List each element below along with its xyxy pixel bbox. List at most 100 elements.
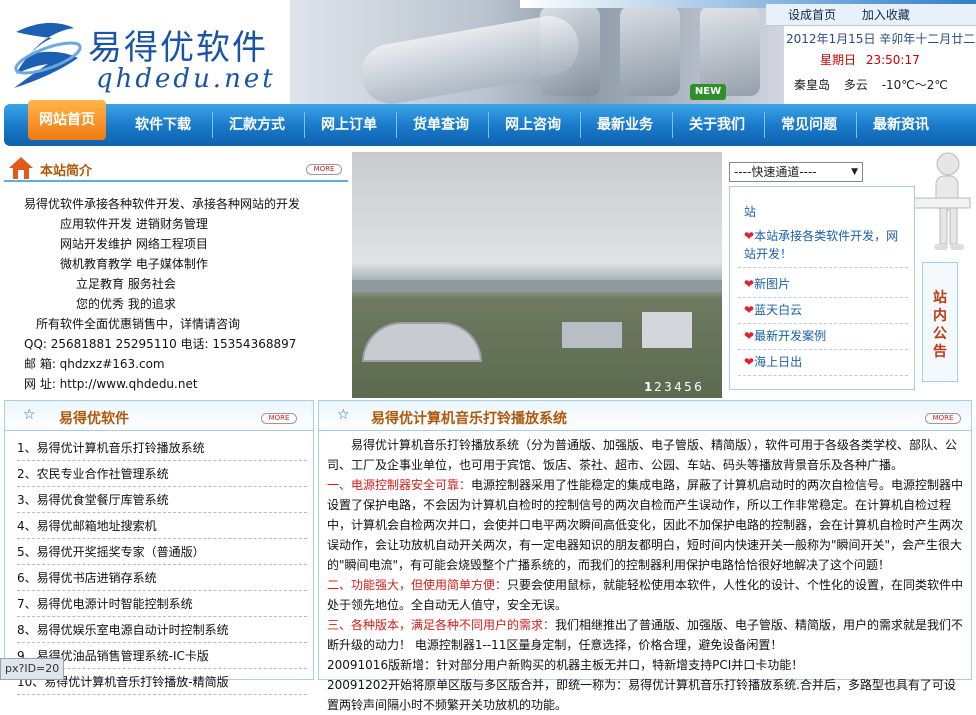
intro-panel: 本站简介 MORE 易得优软件承接各种软件开发、承接各种网站的开发 应用软件开发… bbox=[4, 152, 348, 398]
intro-line: 所有软件全面优惠销售中，详情请咨询 bbox=[36, 317, 241, 331]
software-item[interactable]: 6、易得优书店进销存系统 bbox=[17, 565, 307, 591]
article-paragraph: 易得优计算机音乐打铃播放系统（分为普通版、加强版、电子管版、精简版），软件可用于… bbox=[327, 438, 958, 472]
nav-item-latest-business[interactable]: 最新业务 bbox=[582, 104, 668, 146]
photo-building bbox=[562, 322, 622, 348]
music-more-button[interactable]: MORE bbox=[925, 413, 961, 424]
nav-item-faq[interactable]: 常见问题 bbox=[766, 104, 852, 146]
top-links: 设成首页 加入收藏 bbox=[766, 4, 976, 26]
header: 易得优软件 qhdedu.net 设成首页 加入收藏 2012年1月15日 辛卯… bbox=[0, 0, 976, 104]
nav-separator bbox=[580, 112, 581, 138]
nav-item-payment[interactable]: 汇款方式 bbox=[214, 104, 300, 146]
article-paragraph: 20091016版新增：针对部分用户新购买的机器主板无并口，特新增支持PCI并口… bbox=[327, 658, 804, 672]
nav-item-software-download[interactable]: 软件下载 bbox=[120, 104, 206, 146]
intro-contact-qq: QQ: 25681881 25295110 电话: 15354368897 bbox=[24, 337, 297, 351]
announcement-item[interactable]: ❤海上日出 bbox=[744, 353, 910, 371]
weather-info: 秦皇岛 多云 -10℃～2℃ bbox=[794, 76, 976, 93]
star-icon: ☆ bbox=[23, 407, 36, 423]
article-paragraph: 20091202开始将原单区版与多区版合并，即统一称为：易得优计算机音乐打铃播放… bbox=[327, 678, 956, 712]
nav-item-about-us[interactable]: 关于我们 bbox=[674, 104, 760, 146]
intro-line: 应用软件开发 进销财务管理 bbox=[60, 217, 208, 231]
weekday-time: 星期日 23:50:17 bbox=[820, 51, 976, 68]
nav-separator bbox=[212, 112, 213, 138]
software-more-button[interactable]: MORE bbox=[261, 413, 297, 424]
pager-page[interactable]: 6 bbox=[694, 380, 704, 394]
weather-text: 多云 bbox=[843, 78, 868, 92]
divider bbox=[738, 297, 908, 298]
intro-contact-website[interactable]: 网 址: http://www.qhdedu.net bbox=[24, 374, 198, 394]
article-paragraph: 二、功能强大，但使用简单方便：只要会使用鼠标，就能轻松使用本软件，人性化的设计、… bbox=[327, 578, 964, 612]
software-item[interactable]: 3、易得优食堂餐厅库管系统 bbox=[17, 487, 307, 513]
star-icon: ☆ bbox=[337, 407, 350, 423]
quick-access-value: ----快速通道---- bbox=[734, 165, 817, 179]
divider bbox=[738, 323, 908, 324]
announcement-item[interactable]: ❤本站承接各类软件开发，网站开发！ bbox=[744, 227, 910, 263]
nav-separator bbox=[304, 112, 305, 138]
nav-separator bbox=[856, 112, 857, 138]
set-homepage-link[interactable]: 设成首页 bbox=[788, 4, 836, 26]
intro-line: 易得优软件承接各种软件开发、承接各种网站的开发 bbox=[24, 197, 301, 211]
software-item[interactable]: 5、易得优开奖摇奖专家（普通版） bbox=[17, 539, 307, 565]
weekday-text: 星期日 bbox=[820, 53, 857, 67]
site-logo[interactable]: 易得优软件 qhdedu.net bbox=[0, 0, 290, 104]
clock-text: 23:50:17 bbox=[865, 53, 920, 67]
intro-line: 立足教育 服务社会 bbox=[76, 277, 176, 291]
intro-title: 本站简介 bbox=[40, 164, 93, 179]
intro-line: 网站开发维护 网络工程项目 bbox=[60, 237, 208, 251]
software-item[interactable]: 7、易得优电源计时智能控制系统 bbox=[17, 591, 307, 617]
nav-item-online-consult[interactable]: 网上咨询 bbox=[490, 104, 576, 146]
article-heading: 一、电源控制器安全可靠： bbox=[327, 478, 472, 492]
divider bbox=[738, 349, 908, 350]
nav-item-online-order[interactable]: 网上订单 bbox=[306, 104, 392, 146]
heart-icon: ❤ bbox=[744, 229, 755, 243]
announcement-label: 站 内 公 告 bbox=[922, 262, 958, 382]
article-heading: 二、功能强大，但使用简单方便： bbox=[327, 578, 508, 592]
date-text: 2012年1月15日 辛卯年十二月廿二 bbox=[786, 32, 976, 46]
heart-icon: ❤ bbox=[744, 277, 755, 291]
pager-page[interactable]: 5 bbox=[684, 380, 694, 394]
announcement-item[interactable]: ❤蓝天白云 bbox=[744, 301, 910, 319]
heart-icon: ❤ bbox=[744, 303, 755, 317]
software-item[interactable]: 4、易得优邮箱地址搜索机 bbox=[17, 513, 307, 539]
photo-sea bbox=[352, 280, 722, 292]
nav-item-news[interactable]: 最新资讯 bbox=[858, 104, 944, 146]
software-list: 1、易得优计算机音乐打铃播放系统 2、农民专业合作社管理系统 3、易得优食堂餐厅… bbox=[17, 435, 307, 695]
announcement-panel: 站 ❤本站承接各类软件开发，网站开发！ ❤新图片 ❤蓝天白云 ❤最新开发案例 ❤… bbox=[729, 186, 915, 390]
software-item[interactable]: 8、易得优娱乐室电源自动计时控制系统 bbox=[17, 617, 307, 643]
city-text: 秦皇岛 bbox=[794, 78, 831, 92]
slideshow-photo[interactable]: 123456 bbox=[352, 152, 722, 398]
intro-header: 本站简介 MORE bbox=[4, 152, 348, 182]
heart-icon: ❤ bbox=[744, 355, 755, 369]
intro-contact-email: 邮 箱: qhdzxz#163.com bbox=[24, 357, 165, 371]
heart-icon: ❤ bbox=[744, 329, 755, 343]
intro-more-button[interactable]: MORE bbox=[306, 164, 342, 175]
nav-separator bbox=[488, 112, 489, 138]
intro-line: 微机教育教学 电子媒体制作 bbox=[60, 257, 208, 271]
nav-item-home[interactable]: 网站首页 bbox=[28, 100, 106, 140]
nav-separator bbox=[672, 112, 673, 138]
add-favorite-link[interactable]: 加入收藏 bbox=[862, 4, 910, 26]
pager-page[interactable]: 3 bbox=[664, 380, 674, 394]
logo-english-text: qhdedu.net bbox=[96, 64, 276, 94]
announcement-item[interactable]: ❤新图片 bbox=[744, 275, 910, 293]
status-bar: px?ID=20 bbox=[0, 658, 65, 680]
logo-mark-icon bbox=[14, 22, 82, 88]
nav-item-order-query[interactable]: 货单查询 bbox=[398, 104, 484, 146]
software-item[interactable]: 2、农民专业合作社管理系统 bbox=[17, 461, 307, 487]
slideshow-pager: 123456 bbox=[644, 380, 704, 394]
music-system-article: 易得优计算机音乐打铃播放系统（分为普通版、加强版、电子管版、精简版），软件可用于… bbox=[327, 435, 967, 715]
photo-building bbox=[642, 312, 692, 348]
software-item[interactable]: 1、易得优计算机音乐打铃播放系统 bbox=[17, 435, 307, 461]
announcement-item[interactable]: ❤最新开发案例 bbox=[744, 327, 910, 345]
pager-page[interactable]: 1 bbox=[644, 380, 654, 394]
photo-stadium bbox=[362, 322, 482, 362]
date-weather-box: 2012年1月15日 辛卯年十二月廿二 星期日 23:50:17 秦皇岛 多云 … bbox=[786, 30, 976, 93]
quick-access-select[interactable]: ----快速通道---- ▼ bbox=[729, 162, 863, 182]
announcement-label-text: 站 内 公 告 bbox=[933, 290, 947, 360]
software-header: ☆ 易得优软件 MORE bbox=[5, 401, 313, 431]
pager-page[interactable]: 2 bbox=[654, 380, 664, 394]
banner-tile-graphic bbox=[620, 6, 680, 96]
article-heading: 三、各种版本，满足各种不同用户的需求： bbox=[327, 618, 556, 632]
article-paragraph: 三、各种版本，满足各种不同用户的需求：我们相继推出了普通版、加强版、电子管版、精… bbox=[327, 618, 964, 652]
pager-page[interactable]: 4 bbox=[674, 380, 684, 394]
new-badge: NEW bbox=[690, 84, 726, 100]
